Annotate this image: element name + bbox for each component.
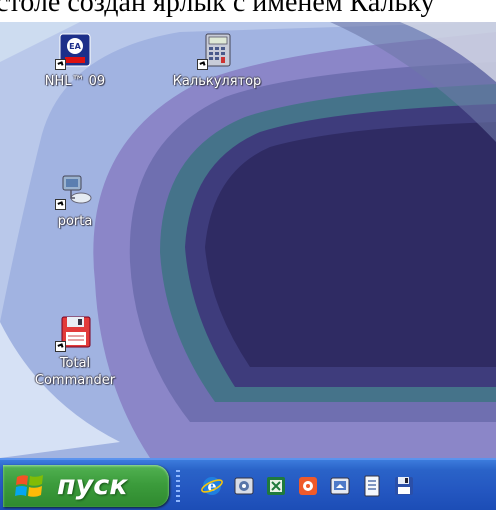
- nhl09-icon: EA: [55, 32, 93, 70]
- shortcut-arrow-icon: [55, 199, 66, 210]
- start-button[interactable]: пуск: [3, 465, 169, 507]
- network-computer-icon: [55, 172, 93, 210]
- desktop-icon-label: Total Commander: [20, 355, 130, 389]
- desktop-icon-calculator[interactable]: Калькулятор: [162, 32, 272, 90]
- desktop-icon-nhl09[interactable]: EA NHL™ 09: [20, 32, 130, 90]
- desktop-icon-porta[interactable]: porta: [20, 172, 130, 230]
- document-caption: столе создан ярлык с именем Кальку: [0, 0, 496, 22]
- windows-flag-icon: [15, 475, 43, 497]
- desktop-icon-label: Калькулятор: [172, 74, 262, 89]
- quick-launch-grip[interactable]: [176, 470, 180, 504]
- taskbar: пуск e: [0, 458, 496, 510]
- caption-text: столе создан ярлык с именем Кальку: [0, 0, 435, 18]
- desktop-icon-label-line1: Total: [59, 356, 91, 371]
- desktop-show-icon[interactable]: [328, 474, 352, 498]
- excel-icon[interactable]: [264, 474, 288, 498]
- shortcut-arrow-icon: [197, 59, 208, 70]
- shortcut-arrow-icon: [55, 59, 66, 70]
- desktop-icon-total-commander[interactable]: Total Commander: [20, 314, 130, 389]
- desktop-icon-label-line2: Commander: [34, 373, 116, 388]
- desktop[interactable]: EA NHL™ 09 Калькулятор porta Total Comma…: [0, 22, 496, 458]
- svg-text:EA: EA: [69, 42, 81, 51]
- floppy-disk-icon: [55, 314, 93, 352]
- start-label: пуск: [57, 470, 128, 501]
- internet-explorer-icon[interactable]: e: [200, 474, 224, 498]
- notepad-icon[interactable]: [360, 474, 384, 498]
- media-icon[interactable]: [296, 474, 320, 498]
- desktop-icon-label: NHL™ 09: [44, 74, 106, 89]
- calculator-icon: [197, 32, 235, 70]
- shortcut-arrow-icon: [55, 341, 66, 352]
- settings-icon[interactable]: [232, 474, 256, 498]
- desktop-icon-label: porta: [57, 214, 93, 229]
- floppy-disk-icon[interactable]: [392, 474, 416, 498]
